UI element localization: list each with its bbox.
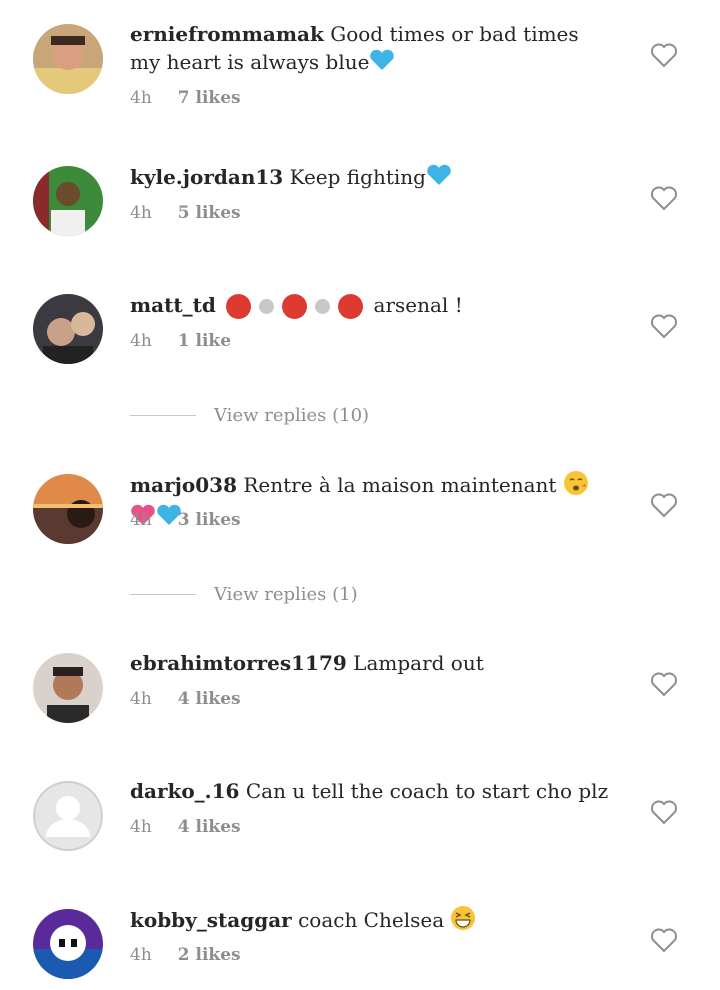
comment-time: 4h xyxy=(130,203,152,223)
divider-line xyxy=(130,594,196,595)
view-replies-label: View replies (10) xyxy=(214,405,370,426)
comment-username[interactable]: matt_td xyxy=(130,293,216,317)
white-circle-icon xyxy=(315,299,331,314)
comment-text: Lampard out xyxy=(353,651,484,675)
comment-text: Keep fighting xyxy=(289,165,426,189)
avatar[interactable] xyxy=(33,909,103,979)
comment-time: 4h xyxy=(130,817,152,837)
avatar[interactable] xyxy=(33,294,103,364)
grinning-squinting-face-icon xyxy=(450,905,476,938)
comment-username[interactable]: marjo038 xyxy=(130,473,237,497)
like-heart-icon[interactable] xyxy=(650,927,678,953)
avatar[interactable] xyxy=(33,653,103,723)
comment-username[interactable]: erniefrommamak xyxy=(130,22,324,46)
red-circle-icon xyxy=(338,294,364,319)
comment-time: 4h xyxy=(130,88,152,108)
face-blowing-kiss-icon xyxy=(563,470,589,503)
comment-text: Rentre à la maison maintenant xyxy=(243,473,557,497)
like-heart-icon[interactable] xyxy=(650,42,678,68)
avatar[interactable] xyxy=(33,24,103,94)
divider-line xyxy=(130,415,196,416)
view-replies-label: View replies (1) xyxy=(214,584,358,605)
comment-text: Can u tell the coach to start cho plz xyxy=(245,779,609,803)
comment-time: 4h xyxy=(130,331,152,351)
comment-time: 4h xyxy=(130,510,152,530)
comment-likes[interactable]: 5 likes xyxy=(178,203,241,223)
view-replies-button[interactable]: View replies (1) xyxy=(130,584,358,605)
comment-time: 4h xyxy=(130,945,152,965)
blue-heart-icon xyxy=(426,164,452,193)
like-heart-icon[interactable] xyxy=(650,671,678,697)
white-circle-icon xyxy=(259,299,275,314)
avatar[interactable] xyxy=(33,166,103,236)
comment-username[interactable]: darko_.16 xyxy=(130,779,239,803)
like-heart-icon[interactable] xyxy=(650,492,678,518)
red-circle-icon xyxy=(282,294,308,319)
comment-likes[interactable]: 7 likes xyxy=(178,88,241,108)
comment-username[interactable]: kobby_staggar xyxy=(130,908,292,932)
comment-likes[interactable]: 1 like xyxy=(178,331,231,351)
comment-likes[interactable]: 3 likes xyxy=(178,510,241,530)
red-circle-icon xyxy=(226,294,252,319)
comment-likes[interactable]: 4 likes xyxy=(178,817,241,837)
comment-time: 4h xyxy=(130,689,152,709)
like-heart-icon[interactable] xyxy=(650,185,678,211)
comment-likes[interactable]: 4 likes xyxy=(178,689,241,709)
like-heart-icon[interactable] xyxy=(650,799,678,825)
avatar[interactable] xyxy=(33,781,103,851)
view-replies-button[interactable]: View replies (10) xyxy=(130,405,369,426)
comment-username[interactable]: ebrahimtorres1179 xyxy=(130,651,347,675)
comment-text: coach Chelsea xyxy=(298,908,445,932)
like-heart-icon[interactable] xyxy=(650,313,678,339)
blue-heart-icon xyxy=(369,49,395,78)
comment-likes[interactable]: 2 likes xyxy=(178,945,241,965)
comment-text: arsenal ! xyxy=(373,293,463,317)
avatar[interactable] xyxy=(33,474,103,544)
comment-username[interactable]: kyle.jordan13 xyxy=(130,165,283,189)
